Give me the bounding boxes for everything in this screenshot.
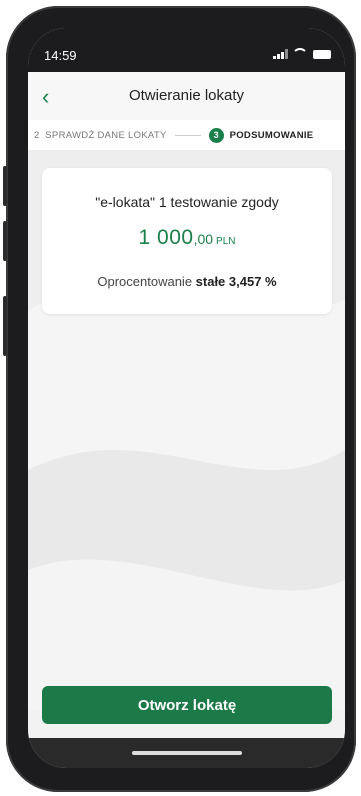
amount-decimal: ,00: [193, 231, 214, 247]
amount-integer: 1 000: [138, 226, 194, 249]
battery-icon: [313, 49, 331, 59]
status-icons: [273, 48, 331, 60]
home-bar-area: [28, 738, 345, 768]
step-2-number: 2: [34, 129, 40, 141]
step-3-label: PODSUMOWANIE: [229, 129, 314, 141]
rate-value: 3,457 %: [225, 274, 277, 289]
status-time: 14:59: [44, 48, 77, 63]
step-2-label: SPRAWDŹ DANE LOKATY: [45, 129, 167, 141]
deposit-name: "e-lokata" 1 testowanie zgody: [95, 194, 279, 210]
step-3-badge: 3: [208, 127, 224, 143]
deposit-amount: 1 000,00 PLN: [42, 226, 332, 250]
deposit-summary-card: "e-lokata" 1 testowanie zgody 1 000,00 PL…: [42, 168, 332, 314]
rate-type: stałe: [195, 274, 226, 289]
page-title: Otwieranie lokaty: [128, 87, 245, 104]
wifi-icon: [292, 48, 308, 60]
signal-icon: [273, 49, 288, 59]
home-indicator[interactable]: [131, 751, 242, 755]
open-deposit-button[interactable]: Otworz lokatę: [42, 686, 332, 724]
status-bar: 14:59: [28, 28, 345, 72]
rate-prefix: Oprocentowanie: [97, 274, 196, 289]
volume-down-button: [3, 221, 7, 261]
step-connector: [174, 134, 201, 136]
phone-frame: 14:59 ‹ Otwieranie lokaty 2 SPRAWDŹ DANE…: [3, 6, 356, 792]
amount-currency: PLN: [216, 236, 236, 247]
top-bar: ‹ Otwieranie lokaty: [28, 72, 345, 120]
volume-up-button: [3, 166, 7, 206]
stepper: 2 SPRAWDŹ DANE LOKATY 3 PODSUMOWANIE: [28, 120, 345, 151]
interest-rate: Oprocentowanie stałe 3,457 %: [42, 274, 332, 289]
screen: 14:59 ‹ Otwieranie lokaty 2 SPRAWDŹ DANE…: [28, 28, 345, 768]
side-switch: [3, 296, 7, 356]
